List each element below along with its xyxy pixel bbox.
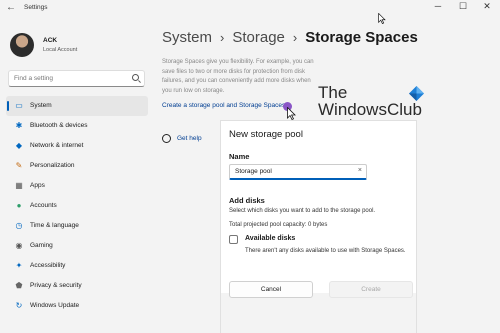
sidebar-item-privacy-security[interactable]: ⬟ Privacy & security [6,276,148,296]
sidebar-item-label: Network & internet [30,142,84,149]
sidebar-item-label: Apps [30,182,45,189]
brush-icon: ✎ [15,161,23,170]
breadcrumb-storage[interactable]: Storage [232,29,285,46]
avatar [10,33,34,57]
sidebar-item-time-language[interactable]: ◷ Time & language [6,216,148,236]
watermark-line2: WindowsClub [318,100,422,119]
shield-icon: ⬟ [15,281,23,290]
sidebar-item-accounts[interactable]: ● Accounts [6,196,148,216]
account-type: Local Account [43,47,78,53]
breadcrumb-system[interactable]: System [162,29,212,46]
monitor-icon: ▭ [15,101,23,110]
user-name: ACK [43,37,58,44]
sidebar-item-system[interactable]: ▭ System [6,96,148,116]
update-icon: ↻ [15,301,23,310]
sidebar-nav: ▭ System ✱ Bluetooth & devices ◆ Network & in… [6,96,148,316]
person-icon: ● [16,201,22,210]
add-disks-heading: Add disks [229,196,265,205]
page-title: Storage Spaces [305,29,418,46]
sidebar-item-windows-update[interactable]: ↻ Windows Update [6,296,148,316]
storage-spaces-description: Storage Spaces give you flexibility. For… [162,59,314,94]
pool-capacity: Total projected pool capacity: 0 bytes [229,222,328,228]
create-pool-link[interactable]: Create a storage pool and Storage Spaces [162,102,285,109]
sidebar-item-personalization[interactable]: ✎ Personalization [6,156,148,176]
watermark: The WindowsClub [318,84,424,119]
wifi-icon: ◆ [15,141,23,150]
sidebar-item-label: System [30,102,52,109]
sidebar-item-label: Time & language [30,222,79,229]
clock-globe-icon: ◷ [15,221,23,230]
gamepad-icon: ◉ [15,241,23,250]
new-storage-pool-dialog: New storage pool Name Storage pool × Add… [220,120,417,333]
apps-icon: ▦ [15,181,23,190]
create-button[interactable]: Create [329,281,413,298]
title-bar: ← Settings ─ ☐ ✕ [0,0,500,18]
sidebar-item-gaming[interactable]: ◉ Gaming [6,236,148,256]
sidebar-item-label: Bluetooth & devices [30,122,88,129]
available-disks-label: Available disks [245,235,296,242]
search-placeholder: Find a setting [14,75,54,82]
search-icon [132,74,139,81]
bluetooth-icon: ✱ [15,121,23,130]
accessibility-icon: ✦ [15,261,23,270]
maximize-button[interactable]: ☐ [453,1,473,12]
minimize-button[interactable]: ─ [428,1,448,11]
sidebar-item-apps[interactable]: ▦ Apps [6,176,148,196]
app-title: Settings [24,4,48,11]
sidebar-item-network-internet[interactable]: ◆ Network & internet [6,136,148,156]
pool-name-value: Storage pool [235,168,272,175]
sidebar-item-label: Privacy & security [30,282,82,289]
back-arrow-icon[interactable]: ← [6,2,16,13]
add-disks-description: Select which disks you want to add to th… [229,208,376,214]
windowsclub-logo-icon [409,86,424,101]
dialog-footer [221,293,416,333]
name-label: Name [229,152,250,161]
sidebar-item-label: Accounts [30,202,57,209]
sidebar-item-label: Windows Update [30,302,80,309]
cancel-button[interactable]: Cancel [229,281,313,298]
sidebar-item-label: Accessibility [30,262,66,269]
mouse-cursor-icon [287,107,296,120]
available-disks-checkbox[interactable] [229,235,238,244]
help-icon [162,134,171,143]
mouse-cursor-icon [378,13,386,24]
get-help-link[interactable]: Get help [177,135,202,142]
close-button[interactable]: ✕ [477,1,497,12]
sidebar-item-accessibility[interactable]: ✦ Accessibility [6,256,148,276]
breadcrumb: System › Storage › Storage Spaces [162,29,418,46]
pool-name-field[interactable]: Storage pool × [229,164,367,180]
clear-icon[interactable]: × [358,167,362,174]
dialog-title: New storage pool [229,129,303,140]
sidebar-item-label: Personalization [30,162,75,169]
breadcrumb-separator: › [292,30,298,45]
breadcrumb-separator: › [220,30,225,45]
search-input[interactable]: Find a setting [8,70,145,87]
sidebar-item-bluetooth-devices[interactable]: ✱ Bluetooth & devices [6,116,148,136]
sidebar-item-label: Gaming [30,242,53,249]
available-disks-description: There aren't any disks available to use … [245,248,406,254]
